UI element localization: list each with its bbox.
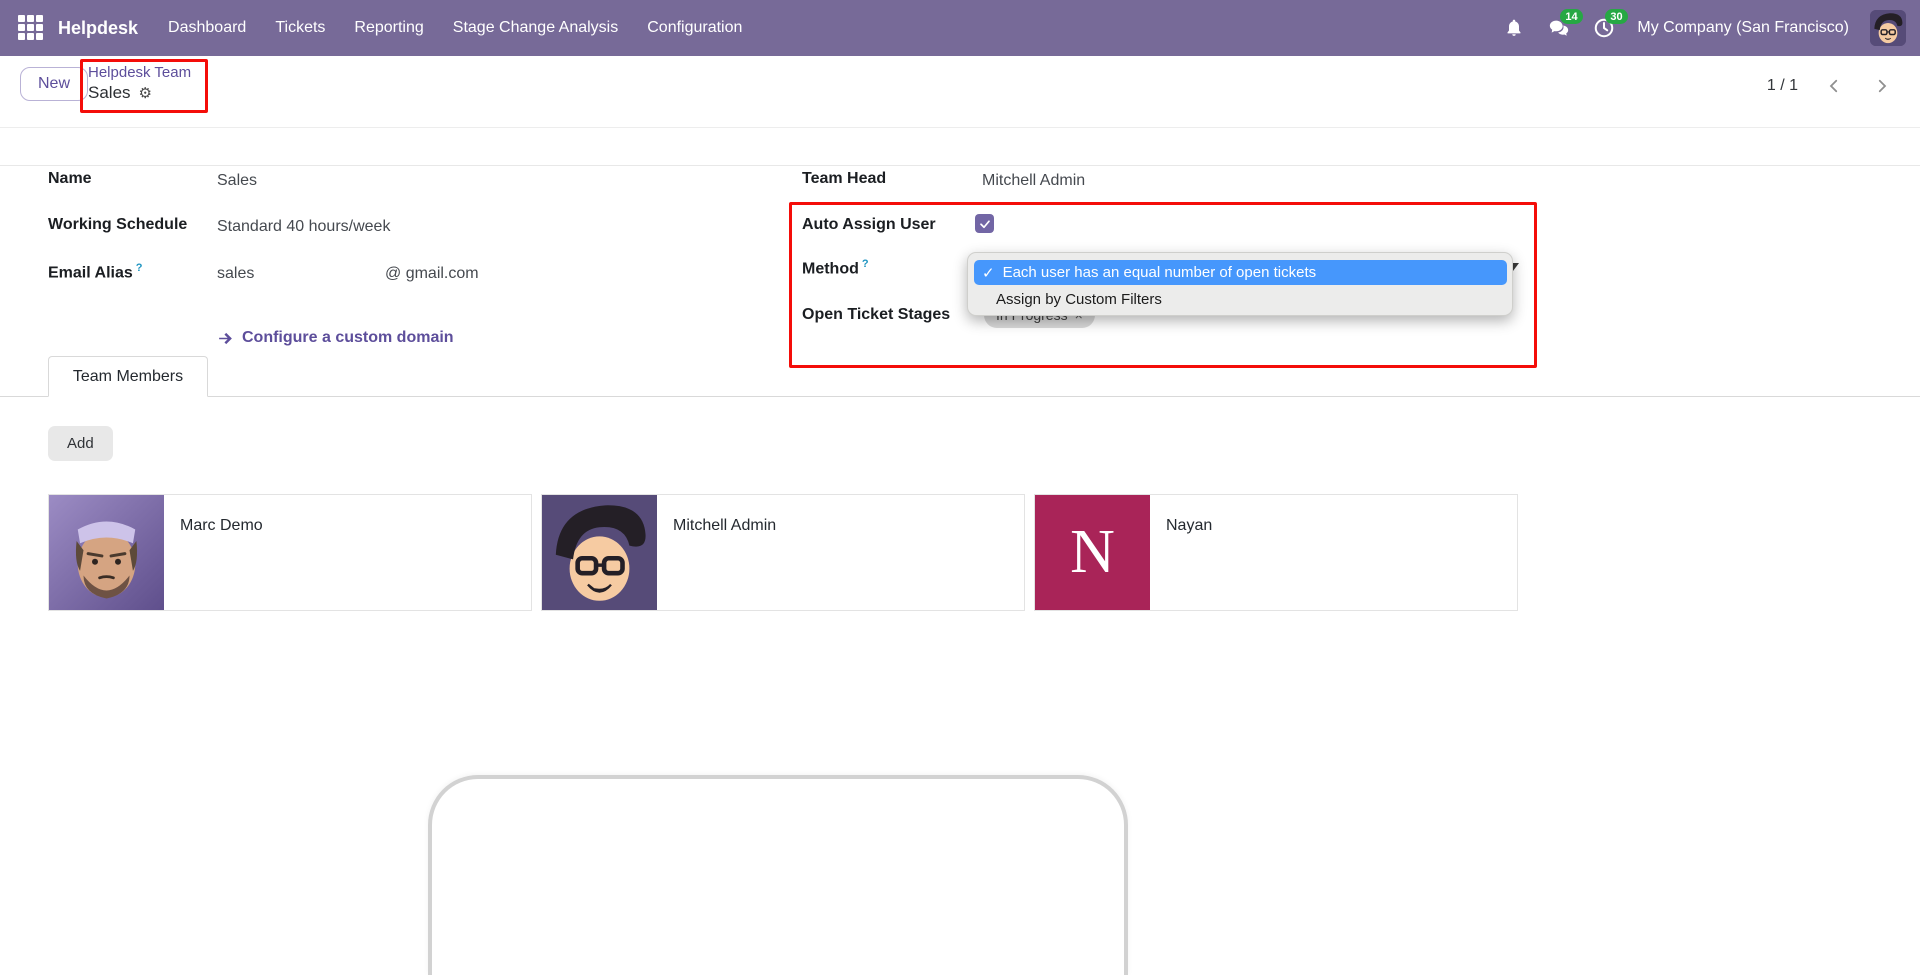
add-member-button[interactable]: Add xyxy=(48,426,113,461)
name-label: Name xyxy=(48,170,92,188)
sheet-top-border xyxy=(0,165,1920,166)
email-alias-label: Email Alias? xyxy=(48,262,143,282)
navbar-right: 14 30 My Company (San Francisco) xyxy=(1502,0,1906,56)
breadcrumb-parent-link[interactable]: Helpdesk Team xyxy=(88,64,191,81)
page: Helpdesk Dashboard Tickets Reporting Sta… xyxy=(0,0,1920,967)
email-alias-domain[interactable]: @ gmail.com xyxy=(385,265,479,283)
member-avatar: N xyxy=(1035,495,1150,610)
messages-icon[interactable]: 14 xyxy=(1547,16,1571,40)
team-head-field[interactable]: Mitchell Admin xyxy=(982,172,1085,190)
member-card-nayan[interactable]: N Nayan xyxy=(1034,494,1518,611)
activities-badge: 30 xyxy=(1605,9,1627,24)
member-card-marc-demo[interactable]: Marc Demo xyxy=(48,494,532,611)
method-option-equal-tickets[interactable]: ✓ Each user has an equal number of open … xyxy=(974,260,1507,285)
menu-tickets[interactable]: Tickets xyxy=(273,13,327,43)
menu-reporting[interactable]: Reporting xyxy=(352,13,425,43)
menu-stage-change-analysis[interactable]: Stage Change Analysis xyxy=(451,13,620,43)
open-ticket-stages-label: Open Ticket Stages xyxy=(802,306,950,324)
breadcrumb-current: Sales ⚙ xyxy=(88,83,191,103)
breadcrumb: Helpdesk Team Sales ⚙ xyxy=(88,64,191,103)
chevron-left-icon[interactable] xyxy=(1822,74,1846,98)
member-name: Mitchell Admin xyxy=(673,517,776,610)
member-card-mitchell-admin[interactable]: Mitchell Admin xyxy=(541,494,1025,611)
app-title[interactable]: Helpdesk xyxy=(58,18,138,39)
name-field[interactable]: Sales xyxy=(217,172,257,190)
menu-configuration[interactable]: Configuration xyxy=(645,13,744,43)
company-switcher[interactable]: My Company (San Francisco) xyxy=(1637,19,1849,37)
arrow-right-icon xyxy=(217,330,234,347)
gear-icon[interactable]: ⚙ xyxy=(139,84,152,102)
email-alias-local-field[interactable]: sales xyxy=(217,265,254,283)
member-avatar xyxy=(542,495,657,610)
chevron-right-icon[interactable] xyxy=(1870,74,1894,98)
main-menu: Dashboard Tickets Reporting Stage Change… xyxy=(166,13,744,43)
member-avatar xyxy=(49,495,164,610)
member-initial: N xyxy=(1035,495,1150,610)
messages-badge: 14 xyxy=(1560,9,1582,24)
pager: 1 / 1 xyxy=(1767,74,1894,98)
user-avatar[interactable] xyxy=(1870,10,1906,46)
control-panel: New Helpdesk Team Sales ⚙ 1 / 1 xyxy=(0,56,1920,128)
team-head-label: Team Head xyxy=(802,170,886,188)
method-help-icon[interactable]: ? xyxy=(862,258,869,270)
auto-assign-checkbox[interactable] xyxy=(975,214,994,233)
tabs-divider xyxy=(0,396,1920,397)
menu-dashboard[interactable]: Dashboard xyxy=(166,13,248,43)
new-button[interactable]: New xyxy=(20,67,88,101)
member-name: Nayan xyxy=(1166,517,1212,610)
top-navbar: Helpdesk Dashboard Tickets Reporting Sta… xyxy=(0,0,1920,56)
method-label: Method? xyxy=(802,258,869,278)
configure-custom-domain-link[interactable]: Configure a custom domain xyxy=(217,329,454,347)
bottom-popup-edge xyxy=(428,775,1128,975)
bell-icon[interactable] xyxy=(1502,16,1526,40)
method-dropdown: ✓ Each user has an equal number of open … xyxy=(967,252,1513,316)
method-option-custom-filters[interactable]: Assign by Custom Filters xyxy=(996,291,1162,308)
record-title: Sales xyxy=(88,83,131,103)
check-icon xyxy=(979,218,991,230)
pager-value: 1 / 1 xyxy=(1767,77,1798,95)
activity-clock-icon[interactable]: 30 xyxy=(1592,16,1616,40)
selected-check-glyph: ✓ xyxy=(982,264,995,282)
working-schedule-label: Working Schedule xyxy=(48,216,187,234)
auto-assign-label: Auto Assign User xyxy=(802,216,936,234)
tab-team-members[interactable]: Team Members xyxy=(48,356,208,397)
working-schedule-field[interactable]: Standard 40 hours/week xyxy=(217,218,390,236)
apps-grid-icon[interactable] xyxy=(18,15,44,41)
email-alias-help-icon[interactable]: ? xyxy=(136,262,143,274)
member-name: Marc Demo xyxy=(180,517,263,610)
